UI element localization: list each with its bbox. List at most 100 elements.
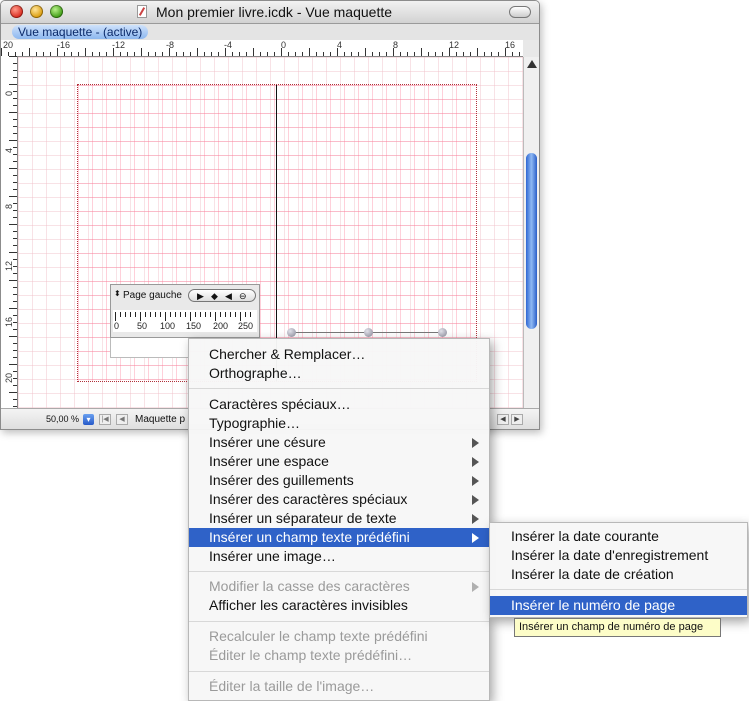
view-tab-active[interactable]: Vue maquette - (active) — [12, 25, 149, 39]
palette-ruler-tick — [250, 312, 251, 317]
menu-item-edit-field[interactable]: Éditer le champ texte prédéfini… — [189, 646, 489, 665]
ruler-tick — [36, 52, 37, 56]
reverse-icon[interactable]: ◀ — [225, 290, 232, 302]
ruler-tick — [9, 336, 17, 337]
submenu-item-page-number[interactable]: Insérer le numéro de page — [490, 596, 747, 615]
ruler-tick — [428, 52, 429, 56]
ruler-tick — [190, 52, 191, 56]
menu-item-label: Modifier la casse des caractères — [209, 578, 410, 594]
palette-ruler-tick — [155, 312, 156, 317]
scroll-up-arrow-icon[interactable] — [527, 60, 537, 68]
ruler-tick — [253, 48, 254, 56]
ruler-tick — [344, 52, 345, 56]
ruler-tick — [225, 48, 226, 56]
ruler-tick — [316, 52, 317, 56]
menu-item-special-characters[interactable]: Caractères spéciaux… — [189, 395, 489, 414]
ruler-tick — [13, 273, 17, 274]
ruler-label: 16 — [505, 40, 516, 50]
ruler-tick — [13, 210, 17, 211]
palette-page-label: Page gauche — [123, 290, 182, 301]
palette-ruler-number: 150 — [186, 321, 202, 331]
submenu-arrow-icon — [472, 582, 479, 592]
document-proxy-icon[interactable] — [137, 5, 147, 18]
frame-handle[interactable] — [287, 328, 296, 337]
menu-item-insert-hyphen[interactable]: Insérer une césure — [189, 433, 489, 452]
toolbar-toggle-button[interactable] — [509, 6, 531, 18]
ruler-tick — [13, 322, 17, 323]
ruler-tick — [9, 392, 17, 393]
ruler-tick — [470, 52, 471, 56]
palette-ruler-tick — [215, 312, 216, 321]
menu-item-insert-quotes[interactable]: Insérer des guillements — [189, 471, 489, 490]
zoom-popup-button[interactable]: ▾ — [83, 414, 94, 425]
submenu-item-current-date[interactable]: Insérer la date courante — [490, 527, 747, 546]
ruler-tick — [505, 48, 506, 56]
page-selector[interactable]: Maquette p — [135, 414, 185, 425]
close-button[interactable] — [10, 5, 23, 18]
vertical-ruler[interactable]: 0 4 8 12 16 20 — [1, 56, 18, 408]
palette-ruler-tick — [160, 312, 161, 317]
ruler-tick — [50, 52, 51, 56]
text-frame[interactable] — [110, 338, 190, 358]
menu-separator — [189, 621, 489, 622]
ruler-tick — [92, 52, 93, 56]
ruler-tick — [9, 252, 17, 253]
menu-item-insert-predefined-field[interactable]: Insérer un champ texte prédéfini — [189, 528, 489, 547]
menu-item-typography[interactable]: Typographie… — [189, 414, 489, 433]
ruler-tick — [13, 371, 17, 372]
menu-item-label: Insérer des caractères spéciaux — [209, 491, 408, 507]
vertical-scrollbar[interactable] — [523, 57, 539, 408]
menu-item-label: Insérer un champ texte prédéfini — [209, 529, 410, 545]
scroll-thumb[interactable] — [526, 153, 537, 329]
scroll-left-arrow-icon[interactable]: ◀ — [497, 414, 509, 425]
ruler-tick — [484, 52, 485, 56]
menu-item-find-replace[interactable]: Chercher & Remplacer… — [189, 345, 489, 364]
frame-handle[interactable] — [364, 328, 373, 337]
menu-item-recalculate-field[interactable]: Recalculer le champ texte prédéfini — [189, 627, 489, 646]
menu-item-change-case[interactable]: Modifier la casse des caractères — [189, 577, 489, 596]
previous-page-icon[interactable]: ◀ — [116, 414, 128, 425]
submenu-item-creation-date[interactable]: Insérer la date de création — [490, 565, 747, 584]
ruler-tick — [13, 385, 17, 386]
first-page-icon[interactable]: |◀ — [99, 414, 111, 425]
title-bar[interactable]: Mon premier livre.icdk - Vue maquette — [1, 1, 539, 24]
ruler-tick — [99, 52, 100, 56]
frame-handle[interactable] — [438, 328, 447, 337]
ruler-tick — [358, 52, 359, 56]
menu-item-insert-separator[interactable]: Insérer un séparateur de texte — [189, 509, 489, 528]
ruler-tick — [9, 140, 17, 141]
minimize-button[interactable] — [30, 5, 43, 18]
menu-item-label: Insérer des guillements — [209, 472, 354, 488]
page-stepper-icon[interactable]: ⬍ — [114, 289, 121, 298]
menu-item-edit-image-size[interactable]: Éditer la taille de l'image… — [189, 677, 489, 696]
palette-ruler-tick — [210, 312, 211, 317]
menu-item-insert-special-chars[interactable]: Insérer des caractères spéciaux — [189, 490, 489, 509]
menu-item-show-invisibles[interactable]: Afficher les caractères invisibles — [189, 596, 489, 615]
ruler-tick — [9, 308, 17, 309]
zoom-button[interactable] — [50, 5, 63, 18]
palette-ruler-tick — [115, 312, 116, 321]
ruler-tick — [421, 48, 422, 56]
palette-ruler[interactable]: 0 50 100 150 200 250 — [113, 310, 257, 332]
menu-item-spelling[interactable]: Orthographe… — [189, 364, 489, 383]
ruler-tick — [302, 52, 303, 56]
ruler-label: 20 — [3, 40, 14, 50]
ruler-label: 12 — [449, 40, 460, 50]
menu-item-label: Recalculer le champ texte prédéfini — [209, 628, 428, 644]
menu-item-label: Orthographe… — [209, 365, 302, 381]
menu-item-insert-image[interactable]: Insérer une image… — [189, 547, 489, 566]
tooltip: Insérer un champ de numéro de page — [514, 618, 721, 637]
ruler-tick — [204, 52, 205, 56]
palette-ruler-tick — [135, 312, 136, 317]
horizontal-ruler[interactable]: 20 -16 -12 -8 -4 0 4 8 12 16 — [1, 40, 523, 57]
diamond-icon[interactable]: ◆ — [211, 290, 218, 302]
submenu-item-save-date[interactable]: Insérer la date d'enregistrement — [490, 546, 747, 565]
minus-circle-icon[interactable]: ⊖ — [239, 290, 247, 302]
ruler-tick — [13, 399, 17, 400]
menu-separator — [189, 388, 489, 389]
scroll-right-arrow-icon[interactable]: ▶ — [511, 414, 523, 425]
ruler-tick — [13, 105, 17, 106]
ruler-tick — [13, 231, 17, 232]
menu-item-insert-space[interactable]: Insérer une espace — [189, 452, 489, 471]
play-icon[interactable]: ▶ — [197, 290, 204, 302]
